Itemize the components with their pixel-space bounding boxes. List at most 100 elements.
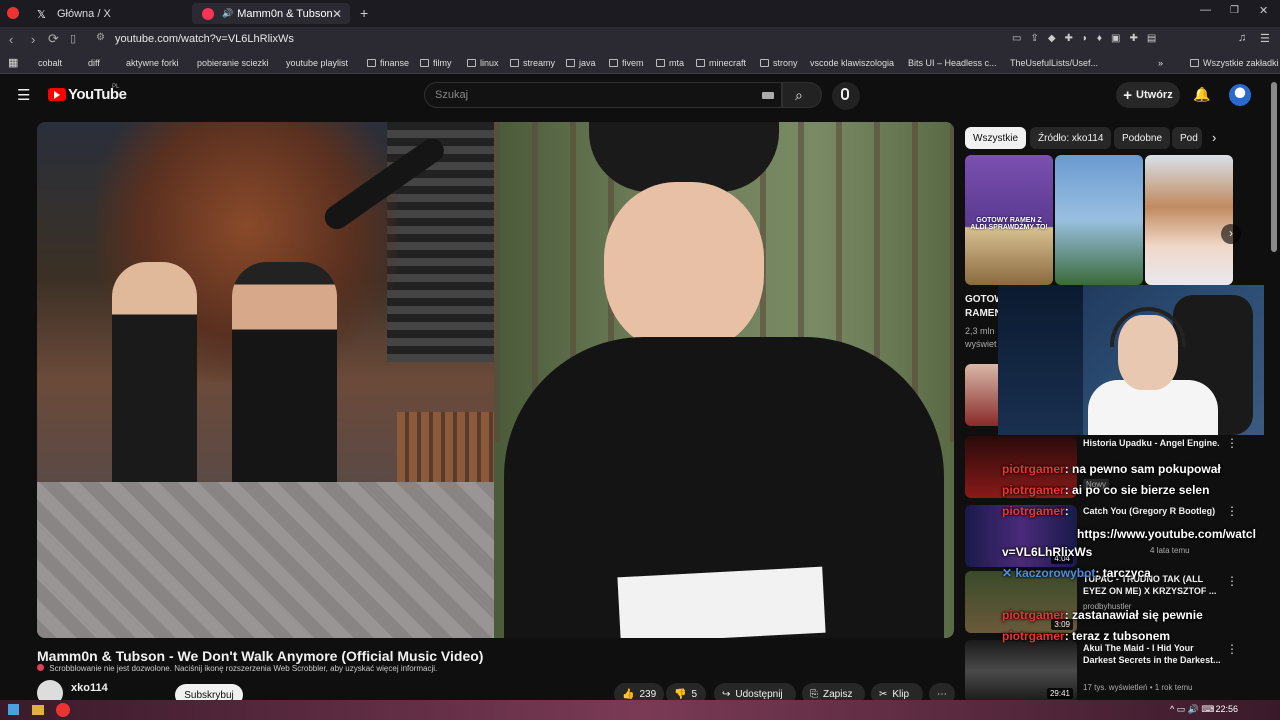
minimize-button[interactable]: — [1200,4,1211,16]
shelf-thumb-playmobil[interactable] [1055,155,1143,285]
bookmark-icon[interactable]: ▯ [70,32,76,45]
keyboard-icon[interactable] [762,92,774,99]
chat-text: ai po co sie bierze selen [1072,483,1210,497]
rec-title-akui[interactable]: Akui The Maid - I Hid Your Darkest Secre… [1083,642,1223,666]
paper-sheet [617,566,826,638]
bookmark-vscode[interactable]: vscode klawiszologia [810,58,894,68]
streamer-webcam-overlay [998,285,1264,435]
search-input[interactable]: Szukaj [424,82,782,108]
rec-menu-icon[interactable]: ⋮ [1226,642,1238,656]
share-icon: ↪ [722,688,731,700]
menu-icon[interactable]: ☰ [1260,32,1270,45]
bookmark-github-lists[interactable]: TheUsefulLists/Usef... [1010,58,1098,68]
address-bar: ‹ › ⟳ ▯ ⚙ youtube.com/watch?v=VL6LhRlixW… [0,27,1280,52]
chat-message: piotrgamer: na pewno sam pokupował [1002,462,1221,476]
chat-username: piotrgamer [1002,629,1065,643]
start-menu-icon[interactable] [8,704,19,715]
forward-icon[interactable]: › [31,32,35,47]
voice-search-button[interactable] [832,82,860,110]
shelf-thumb-ramen[interactable]: GOTOWY RAMEN Z ALDI SPRAWDŹMY TO! [965,155,1053,285]
bookmark-folder-finanse[interactable]: finanse [367,58,409,68]
bookmark-folder-java[interactable]: java [566,58,596,68]
folder-icon [420,59,429,67]
bookmark-pobieranie-sciezki[interactable]: pobieranie sciezki [197,58,269,68]
rec-thumb-tupac[interactable]: 3:09 [965,571,1077,633]
channel-name[interactable]: xko114 [71,682,108,694]
more-horizontal-icon: ⋯ [937,688,947,700]
chip-similar[interactable]: Podobne [1114,127,1171,149]
shelf-next-icon[interactable]: › [1221,224,1241,244]
region-label: PL [112,84,120,90]
taskbar-clock[interactable]: 22:56 [1215,704,1238,714]
bookmarks-overflow-icon[interactable]: » [1158,58,1163,68]
scrobble-notice-text: Scrobblowanie nie jest dozwolone. Naciśn… [49,664,438,673]
playlist-icon[interactable]: ♫ [1238,32,1246,44]
folder-icon [609,59,618,67]
bookmark-all[interactable]: Wszystkie zakładki [1190,58,1279,68]
shelf-meta-line1: 2,3 mln [965,326,995,336]
close-window-button[interactable]: ✕ [1259,4,1268,17]
play-triangle-icon [54,91,60,99]
chip-partial[interactable]: Pod [1172,127,1202,149]
duration-label: 29:41 [1046,688,1073,699]
bookmark-diff[interactable]: diff [88,58,100,68]
rec-thumb-partial[interactable] [965,364,999,426]
rec-menu-icon[interactable]: ⋮ [1226,574,1238,588]
chat-username: piotrgamer [1002,608,1065,622]
tray-icons[interactable]: ^ ▭ 🔊 ⌨ [1170,704,1214,715]
back-icon[interactable]: ‹ [9,32,13,47]
tab-youtube[interactable]: 🔊 Mamm0n & Tubson - We Do ✕ [192,3,350,24]
chip-all[interactable]: Wszystkie [965,127,1026,149]
webcam-window [998,285,1083,435]
chat-username: piotrgamer [1002,483,1065,497]
apps-grid-icon[interactable]: ▦ [8,56,18,69]
bookmark-folder-fivem[interactable]: fivem [609,58,644,68]
rec-menu-icon[interactable]: ⋮ [1226,504,1238,518]
file-explorer-icon[interactable] [32,705,44,715]
chat-text: https://www.youtube.com/watcl [1077,527,1256,541]
plus-icon: + [1123,86,1133,104]
bookmark-folder-minecraft[interactable]: minecraft [696,58,746,68]
avatar[interactable] [1229,84,1251,106]
speaker-icon[interactable]: 🔊 [222,8,233,19]
rec-title-upadek[interactable]: Historia Upadku - Angel Engine. [1083,437,1223,449]
scissors-icon: ✂ [879,688,888,700]
bookmark-bits-ui[interactable]: Bits UI – Headless c... [908,58,997,68]
reload-icon[interactable]: ⟳ [48,31,59,47]
bookmark-folder-filmy[interactable]: filmy [420,58,452,68]
bookmark-aktywne-forki[interactable]: aktywne forki [126,58,179,68]
opera-taskbar-icon[interactable] [56,703,70,717]
close-tab-icon[interactable]: ✕ [332,7,342,21]
chips-next-icon[interactable]: › [1212,130,1216,145]
rec-title-catch-you[interactable]: Catch You (Gregory R Bootleg) [1083,505,1223,517]
youtube-header: ☰ YouTube PL Szukaj ⌕ + Utwórz 🔔 [0,74,1280,116]
search-button[interactable]: ⌕ [782,82,822,108]
new-tab-button[interactable]: + [360,5,368,21]
site-settings-icon[interactable]: ⚙ [96,32,105,43]
bookmark-folder-linux[interactable]: linux [467,58,499,68]
video-player[interactable] [37,122,954,638]
bookmark-folder-streamy[interactable]: streamy [510,58,555,68]
bookmark-youtube-playlist[interactable]: youtube playlist [286,58,348,68]
bookmark-folder-mta[interactable]: mta [656,58,684,68]
restore-button[interactable]: ❐ [1230,5,1239,16]
chat-username: piotrgamer [1002,504,1065,518]
chat-message: piotrgamer: [1002,504,1069,518]
chat-text: teraz z tubsonem [1072,629,1171,643]
tab-x[interactable]: 𝕏 Główna / X [27,3,187,24]
extension-icons[interactable]: ▭⇪◆✚◗♦▣✚▤ [1012,33,1165,44]
create-button[interactable]: + Utwórz [1116,82,1180,108]
shelf-thumb-text: GOTOWY RAMEN Z ALDI SPRAWDŹMY TO! [970,217,1048,231]
hamburger-menu-icon[interactable]: ☰ [17,86,30,104]
opera-menu-icon[interactable] [7,7,19,19]
chat-message: piotrgamer: zastanawiał się pewnie [1002,608,1203,622]
shelf-thumb-anime[interactable] [1145,155,1233,285]
chip-source-channel[interactable]: Źródło: xko114 [1030,127,1112,149]
rec-thumb-akui[interactable]: 29:41 [965,640,1077,702]
bookmark-folder-strony[interactable]: strony [760,58,798,68]
page-scrollbar[interactable] [1271,82,1277,252]
rec-menu-icon[interactable]: ⋮ [1226,436,1238,450]
notifications-bell-icon[interactable]: 🔔 [1193,86,1210,103]
url-field[interactable]: youtube.com/watch?v=VL6LhRlixWs [115,33,294,45]
bookmark-cobalt[interactable]: cobalt [38,58,62,68]
